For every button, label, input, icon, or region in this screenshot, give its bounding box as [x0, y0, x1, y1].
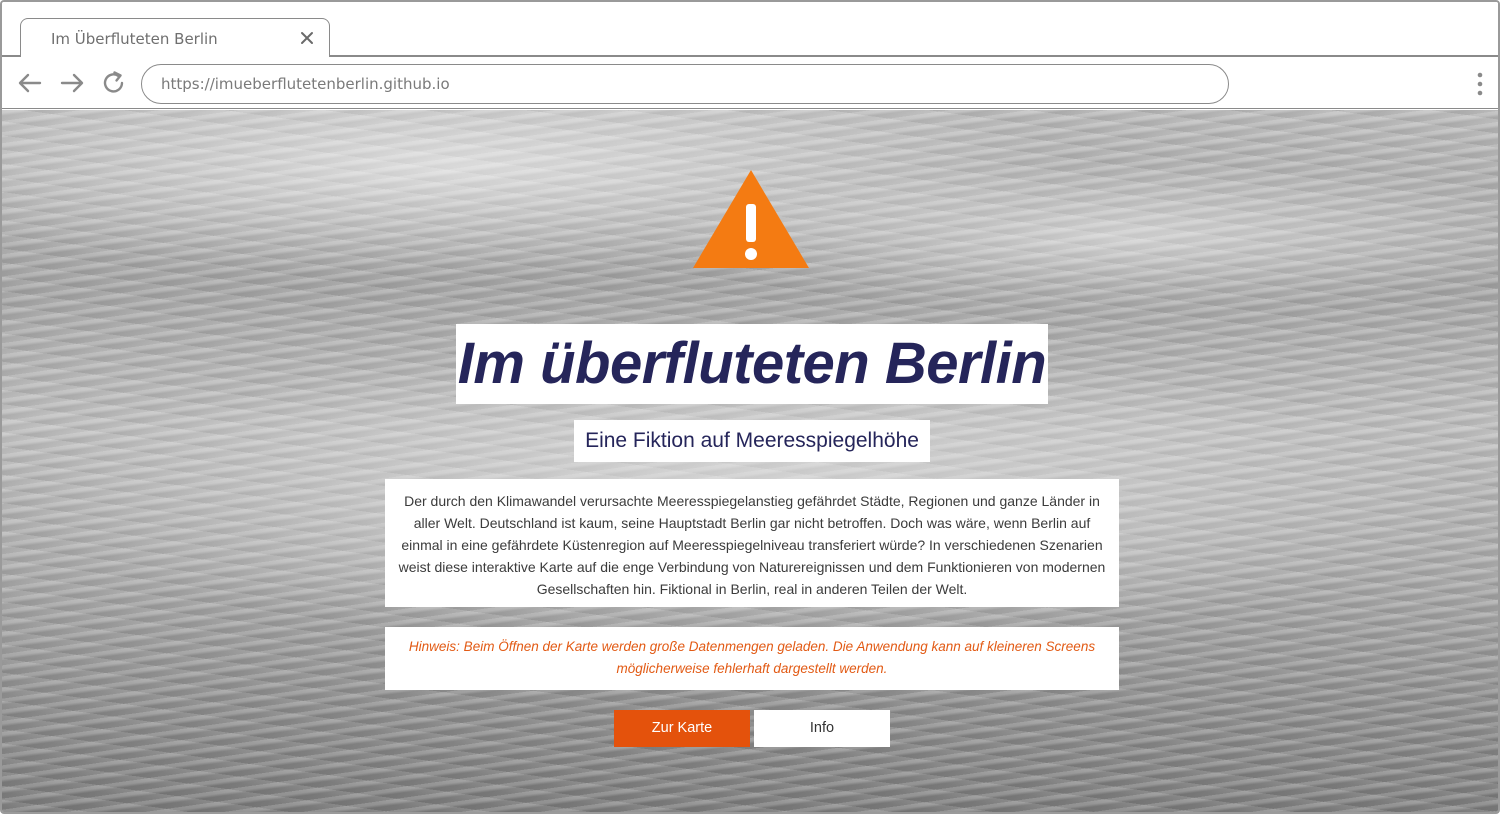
- page-title: Im überfluteten Berlin: [457, 331, 1047, 396]
- subtitle-box: Eine Fiktion auf Meeresspiegelhöhe: [574, 420, 930, 462]
- page-viewport: Im überfluteten Berlin Eine Fiktion auf …: [2, 110, 1498, 812]
- url-text: https://imueberflutetenberlin.github.io: [161, 75, 450, 93]
- map-button[interactable]: Zur Karte: [614, 710, 750, 747]
- note-box: Hinweis: Beim Öffnen der Karte werden gr…: [385, 627, 1119, 690]
- description-text: Der durch den Klimawandel verursachte Me…: [398, 493, 1106, 597]
- tab-title: Im Überfluteten Berlin: [51, 30, 218, 48]
- more-menu-icon[interactable]: [1474, 71, 1486, 97]
- reload-icon[interactable]: [100, 69, 128, 97]
- warning-triangle-icon: [693, 170, 809, 268]
- info-button[interactable]: Info: [754, 710, 890, 747]
- browser-tab[interactable]: Im Überfluteten Berlin: [20, 18, 330, 58]
- page-title-box: Im überfluteten Berlin: [456, 324, 1048, 404]
- description-box: Der durch den Klimawandel verursachte Me…: [385, 479, 1119, 607]
- address-bar[interactable]: https://imueberflutetenberlin.github.io: [141, 64, 1229, 104]
- back-arrow-icon[interactable]: [16, 69, 44, 97]
- browser-window: Im Überfluteten Berlin https://imueberfl…: [0, 0, 1500, 814]
- forward-arrow-icon[interactable]: [58, 69, 86, 97]
- tab-strip: Im Überfluteten Berlin: [2, 2, 1498, 58]
- browser-toolbar: https://imueberflutetenberlin.github.io: [2, 57, 1498, 109]
- close-icon[interactable]: [300, 31, 314, 45]
- note-text: Hinweis: Beim Öffnen der Karte werden gr…: [408, 639, 1096, 676]
- page-subtitle: Eine Fiktion auf Meeresspiegelhöhe: [585, 429, 919, 452]
